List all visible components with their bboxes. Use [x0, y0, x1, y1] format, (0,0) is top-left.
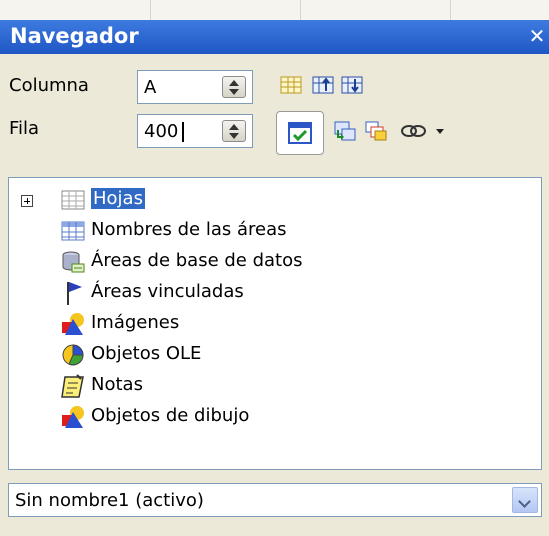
text-caret	[182, 122, 184, 142]
window-title: Navegador	[10, 24, 139, 48]
tree-item-sheets[interactable]: Hojas	[9, 185, 529, 216]
tree-item-label: Notas	[91, 374, 143, 395]
contents-toggle-button[interactable]	[276, 111, 324, 155]
link-icon[interactable]	[399, 120, 429, 142]
column-spin-icon[interactable]	[222, 76, 246, 98]
tree-item-notes[interactable]: Notas	[9, 371, 529, 402]
range-names-icon	[61, 221, 85, 241]
column-divider	[300, 0, 301, 20]
tree-item-label: Nombres de las áreas	[91, 219, 287, 240]
expand-icon[interactable]	[21, 195, 33, 207]
start-icon[interactable]	[311, 74, 335, 96]
end-icon[interactable]	[340, 74, 364, 96]
tree-item-label: Objetos de dibujo	[91, 405, 250, 426]
tree-item-label: Imágenes	[91, 312, 180, 333]
navigator-panel: Columna A Fila 400 Hojas Nombres de las …	[0, 54, 549, 536]
tree-item-database-ranges[interactable]: Áreas de base de datos	[9, 247, 529, 278]
drag-mode-icon[interactable]	[333, 120, 357, 142]
tree-item-label: Objetos OLE	[91, 343, 202, 364]
data-range-icon[interactable]	[279, 74, 303, 96]
notes-icon	[61, 374, 84, 398]
images-icon	[62, 313, 84, 335]
dropdown-arrow-icon[interactable]	[433, 126, 447, 136]
column-field[interactable]: A	[137, 70, 253, 104]
tree-item-label: Hojas	[91, 188, 145, 209]
contents-toggle-icon	[288, 122, 312, 144]
linked-areas-icon	[67, 282, 82, 305]
tree-item-drawing-objects[interactable]: Objetos de dibujo	[9, 402, 529, 433]
column-label: Columna	[9, 75, 89, 96]
row-spin-icon[interactable]	[222, 120, 246, 142]
tree-item-linked-areas[interactable]: Áreas vinculadas	[9, 278, 529, 309]
database-ranges-icon	[62, 251, 85, 273]
tree-item-ole-objects[interactable]: Objetos OLE	[9, 340, 529, 371]
column-divider	[150, 0, 151, 20]
row-label: Fila	[9, 118, 40, 139]
tree-item-range-names[interactable]: Nombres de las áreas	[9, 216, 529, 247]
top-strip	[0, 0, 549, 21]
ole-objects-icon	[62, 344, 84, 366]
tree-item-label: Áreas vinculadas	[91, 281, 244, 302]
title-bar: Navegador ✕	[0, 20, 549, 54]
row-field[interactable]: 400	[137, 114, 253, 148]
content-tree[interactable]: Hojas Nombres de las áreas Áreas de base…	[8, 177, 542, 470]
document-select-value: Sin nombre1 (activo)	[15, 490, 204, 511]
tree-item-images[interactable]: Imágenes	[9, 309, 529, 340]
close-icon[interactable]: ✕	[527, 26, 547, 46]
column-value: A	[144, 77, 157, 98]
chevron-down-icon[interactable]	[512, 487, 538, 513]
column-divider	[450, 0, 451, 20]
tree-item-label: Áreas de base de datos	[91, 250, 303, 271]
document-select[interactable]: Sin nombre1 (activo)	[8, 483, 542, 517]
drawing-objects-icon	[62, 406, 84, 428]
row-value: 400	[144, 121, 179, 142]
scenarios-icon[interactable]	[364, 120, 388, 142]
sheets-icon	[61, 190, 85, 210]
